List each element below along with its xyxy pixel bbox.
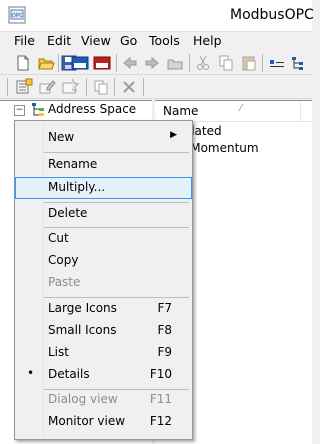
add-tag-icon[interactable] xyxy=(61,78,79,96)
menu-item-label: Rename xyxy=(48,157,98,171)
menu-item-label: Small Icons xyxy=(48,323,117,337)
import-csv-icon[interactable] xyxy=(71,54,89,72)
menu-item-label: Multiply... xyxy=(48,180,106,194)
menu-help[interactable]: Help xyxy=(193,33,222,48)
menu-item-large-icons[interactable]: Large Icons F7 xyxy=(15,298,192,320)
menu-item-shortcut: F12 xyxy=(149,414,172,428)
menu-edit[interactable]: Edit xyxy=(47,33,71,48)
menu-item-rename[interactable]: Rename xyxy=(15,154,192,176)
menu-item-dialog-view[interactable]: Dialog view F11 xyxy=(15,389,192,411)
view-tree-icon[interactable] xyxy=(290,54,308,72)
menu-item-shortcut: F7 xyxy=(157,301,172,315)
toolbar-separator xyxy=(116,54,117,72)
menu-separator xyxy=(44,152,189,153)
menu-item-monitor-view[interactable]: Monitor view F12 xyxy=(15,411,192,433)
toolbar-separator xyxy=(262,54,263,72)
menu-tools[interactable]: Tools xyxy=(149,33,180,48)
menu-item-label: Monitor view xyxy=(48,414,126,428)
menu-item-cut[interactable]: Cut xyxy=(15,228,192,250)
column-header-label: Name xyxy=(163,104,199,118)
forward-arrow-icon[interactable] xyxy=(143,54,161,72)
menu-item-multiply[interactable]: Multiply... xyxy=(15,177,192,199)
toolbar-separator xyxy=(114,78,115,96)
menu-item-shortcut: F9 xyxy=(157,345,172,359)
toolbar-separator xyxy=(58,54,59,72)
up-folder-icon[interactable] xyxy=(166,54,184,72)
menu-item-label: New xyxy=(48,130,75,144)
tree-root-label: Address Space xyxy=(48,102,137,116)
menu-item-label: List xyxy=(48,345,69,359)
menu-item-copy[interactable]: Copy xyxy=(15,250,192,272)
menu-item-label: Dialog view xyxy=(48,392,118,406)
menu-bar: File Edit View Go Tools Help xyxy=(0,32,312,50)
menu-item-list[interactable]: List F9 xyxy=(15,342,192,364)
menu-item-shortcut: F11 xyxy=(149,392,172,406)
menu-item-label: Large Icons xyxy=(48,301,117,315)
menu-view[interactable]: View xyxy=(81,33,111,48)
cut-icon[interactable] xyxy=(194,54,212,72)
context-menu: New ▶ Rename Multiply... Delete Cut Copy… xyxy=(14,120,193,440)
edit-properties-icon[interactable] xyxy=(38,78,56,96)
add-server-icon[interactable] xyxy=(15,78,33,96)
open-folder-icon[interactable] xyxy=(37,54,55,72)
menu-item-details[interactable]: • Details F10 xyxy=(15,364,192,386)
menu-item-label: Details xyxy=(48,367,90,381)
toolbar-separator xyxy=(189,54,190,72)
view-detail-icon[interactable] xyxy=(268,54,286,72)
menu-item-delete[interactable]: Delete xyxy=(15,203,192,225)
app-icon-text: OPC xyxy=(12,13,24,19)
column-header-name[interactable]: Name ⁄ xyxy=(155,101,312,122)
column-divider[interactable] xyxy=(300,101,301,121)
title-bar: OPC ModbusOPC xyxy=(0,0,314,32)
toolbar-separator xyxy=(143,78,144,96)
delete-x-icon[interactable] xyxy=(120,78,138,96)
menu-item-shortcut: F10 xyxy=(149,367,172,381)
tree-node-address-space[interactable]: − Address Space xyxy=(14,101,154,119)
submenu-arrow-icon: ▶ xyxy=(170,130,177,140)
toolbar-separator xyxy=(86,78,87,96)
sort-indicator-icon: ⁄ xyxy=(240,103,242,114)
back-arrow-icon[interactable] xyxy=(121,54,139,72)
toolbar-grip xyxy=(7,78,8,96)
secondary-toolbar xyxy=(0,76,312,99)
menu-item-label: Cut xyxy=(48,231,69,245)
duplicate-icon[interactable] xyxy=(92,78,110,96)
address-space-icon xyxy=(32,103,44,116)
tree-collapse-icon[interactable]: − xyxy=(14,105,25,116)
copy-icon[interactable] xyxy=(217,54,235,72)
menu-item-shortcut: F8 xyxy=(157,323,172,337)
menu-item-new[interactable]: New ▶ xyxy=(15,127,192,149)
radio-bullet-icon: • xyxy=(27,366,35,380)
app-icon: OPC xyxy=(8,6,26,24)
new-document-icon[interactable] xyxy=(14,54,32,72)
window-title: ModbusOPC xyxy=(230,7,314,23)
menu-item-paste[interactable]: Paste xyxy=(15,272,192,294)
main-toolbar xyxy=(0,52,312,75)
menu-item-label: Copy xyxy=(48,253,79,267)
menu-item-label: Delete xyxy=(48,206,88,220)
paste-icon[interactable] xyxy=(240,54,258,72)
menu-go[interactable]: Go xyxy=(120,33,137,48)
menu-file[interactable]: File xyxy=(14,33,35,48)
export-csv-icon[interactable] xyxy=(93,54,111,72)
menu-item-small-icons[interactable]: Small Icons F8 xyxy=(15,320,192,342)
menu-item-label: Paste xyxy=(48,275,81,289)
